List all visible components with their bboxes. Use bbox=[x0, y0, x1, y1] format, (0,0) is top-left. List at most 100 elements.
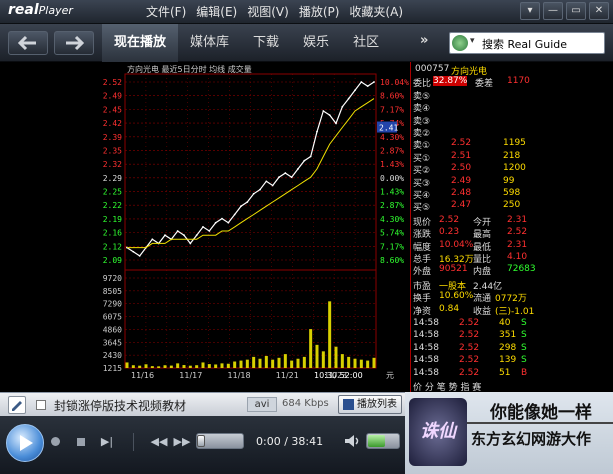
window-controls: ▾ — ▭ ✕ bbox=[520, 2, 609, 20]
playlist-icon bbox=[343, 399, 354, 410]
edit-icon[interactable] bbox=[8, 396, 26, 414]
volume-bar bbox=[144, 364, 148, 368]
series-point bbox=[151, 238, 154, 241]
search-box[interactable]: ▾ 搜索 Real Guide bbox=[449, 32, 605, 54]
pct-tick: 7.17% bbox=[380, 242, 404, 251]
date-label: 11/16 bbox=[131, 371, 154, 380]
ask-label: 卖⑤ bbox=[413, 91, 431, 102]
volume-bar bbox=[347, 356, 351, 368]
volume-bar bbox=[220, 363, 224, 368]
series-point bbox=[195, 234, 198, 237]
volume-bar bbox=[214, 364, 218, 368]
volume-tick: 3645 bbox=[103, 338, 122, 347]
volume-bar bbox=[207, 364, 211, 368]
tab-0[interactable]: 现在播放 bbox=[102, 24, 179, 62]
wecha-label: 委差 bbox=[475, 79, 494, 90]
bid-vol: 218 bbox=[503, 150, 521, 161]
stop-button[interactable] bbox=[70, 431, 92, 453]
playlist-button[interactable]: 播放列表 bbox=[338, 395, 402, 414]
seek-handle[interactable] bbox=[197, 435, 205, 447]
forward-arrow-icon bbox=[66, 35, 85, 51]
highlight-price: 2.41 bbox=[379, 124, 398, 133]
pct-tick: 1.43% bbox=[380, 188, 404, 197]
pct-tick: 4.30% bbox=[380, 215, 404, 224]
stat2-value: 0.84 bbox=[439, 303, 460, 314]
stat-value: 16.32万 bbox=[439, 255, 474, 265]
tab-1[interactable]: 媒体库 bbox=[178, 24, 241, 62]
next-icon: ▶| bbox=[100, 435, 114, 448]
tab-4[interactable]: 社区 bbox=[341, 24, 391, 62]
ad-banner[interactable]: 诛仙 你能像她一样 东方玄幻网游大作 bbox=[405, 392, 613, 474]
ask-label: 卖③ bbox=[413, 116, 431, 127]
close-button[interactable]: ✕ bbox=[589, 2, 609, 20]
stat2-label: 净资 bbox=[413, 306, 432, 317]
price-tick: 2.35 bbox=[103, 146, 122, 155]
tick-time: 14:58 bbox=[413, 330, 439, 341]
series-point bbox=[322, 110, 325, 112]
more-tabs-button[interactable]: » bbox=[420, 33, 428, 48]
pct-tick: 8.60% bbox=[380, 92, 404, 101]
clip-info-bar: 封锁涨停版技术视频教材 avi 684 Kbps 播放列表 bbox=[0, 392, 405, 416]
series-point bbox=[208, 230, 211, 232]
minimize-button[interactable]: — bbox=[543, 2, 563, 20]
volume-slider[interactable] bbox=[366, 433, 400, 449]
rewind-icon: ◀◀ bbox=[150, 435, 168, 448]
bid-label: 买③ bbox=[413, 178, 431, 189]
webi-row: 委比 32.87% 委差 1170 bbox=[411, 76, 530, 90]
quote-tabs: 价 分 笔 势 指 赛 bbox=[411, 380, 529, 393]
back-button[interactable] bbox=[8, 31, 48, 55]
menu-item-1[interactable]: 编辑(E) bbox=[196, 3, 237, 20]
forward-button[interactable] bbox=[54, 31, 94, 55]
series-point bbox=[303, 159, 306, 162]
volume-bar bbox=[239, 360, 243, 368]
volume-tick: 2430 bbox=[103, 351, 122, 360]
video-area[interactable]: 2.52 10.04% 2.49 8.60% 2.45 7.17% 2.42 5.74% 2.3… bbox=[0, 62, 613, 393]
chevron-down-icon[interactable]: ▾ bbox=[470, 36, 475, 46]
bid-row: 买⑤ 2.47 250 bbox=[411, 200, 529, 214]
quote-code: 000757 bbox=[415, 64, 450, 74]
next-button[interactable]: ▶| bbox=[96, 431, 118, 453]
menu-item-0[interactable]: 文件(F) bbox=[146, 3, 186, 20]
price-tick: 2.29 bbox=[103, 174, 122, 183]
volume-bar bbox=[334, 346, 338, 368]
stat2-label: 换手 bbox=[413, 294, 432, 305]
tick-vol: 298 bbox=[499, 342, 517, 353]
stat-value: 0.23 bbox=[439, 227, 460, 238]
series-point bbox=[221, 217, 223, 220]
price-tick: 2.09 bbox=[103, 256, 122, 265]
checkbox[interactable] bbox=[36, 400, 46, 410]
menu-item-4[interactable]: 收藏夹(A) bbox=[349, 3, 403, 20]
play-button[interactable] bbox=[6, 424, 44, 462]
record-button[interactable] bbox=[44, 431, 66, 453]
bid-price: 2.48 bbox=[451, 188, 472, 198]
tick-side: S bbox=[521, 330, 527, 341]
series-point bbox=[316, 130, 318, 133]
menu-item-3[interactable]: 播放(P) bbox=[299, 3, 340, 20]
tab-3[interactable]: 娱乐 bbox=[291, 24, 341, 62]
series-point bbox=[259, 188, 261, 191]
pct-tick: 2.87% bbox=[380, 146, 404, 155]
stat-value: 90521 bbox=[439, 264, 468, 275]
rewind-button[interactable]: ◀◀ bbox=[148, 431, 170, 453]
tick-row: 14:58 2.52 298 S bbox=[411, 343, 529, 355]
price-tick: 2.12 bbox=[103, 242, 122, 251]
series-point bbox=[360, 81, 363, 83]
fast-forward-button[interactable]: ▶▶ bbox=[171, 431, 193, 453]
tab-2[interactable]: 下载 bbox=[241, 24, 291, 62]
volume-bar bbox=[182, 365, 186, 368]
seek-bar[interactable] bbox=[196, 433, 244, 449]
volume-icon[interactable] bbox=[344, 434, 362, 448]
series-point bbox=[189, 242, 192, 245]
series-point bbox=[284, 172, 287, 174]
stat-label-2: 今开 bbox=[473, 217, 492, 228]
tick-time: 14:58 bbox=[413, 367, 439, 378]
tick-side: S bbox=[521, 355, 527, 366]
maximize-button[interactable]: ▭ bbox=[566, 2, 586, 20]
bid-label: 买⑤ bbox=[413, 203, 431, 214]
stat2-row: 净资 0.84 收益 (三)-1.01 bbox=[411, 303, 534, 317]
menu-dropdown-button[interactable]: ▾ bbox=[520, 2, 540, 20]
menu-item-2[interactable]: 视图(V) bbox=[247, 3, 289, 20]
skip-separator bbox=[122, 431, 144, 453]
volume-bar bbox=[321, 351, 325, 368]
volume-bar bbox=[353, 358, 357, 368]
